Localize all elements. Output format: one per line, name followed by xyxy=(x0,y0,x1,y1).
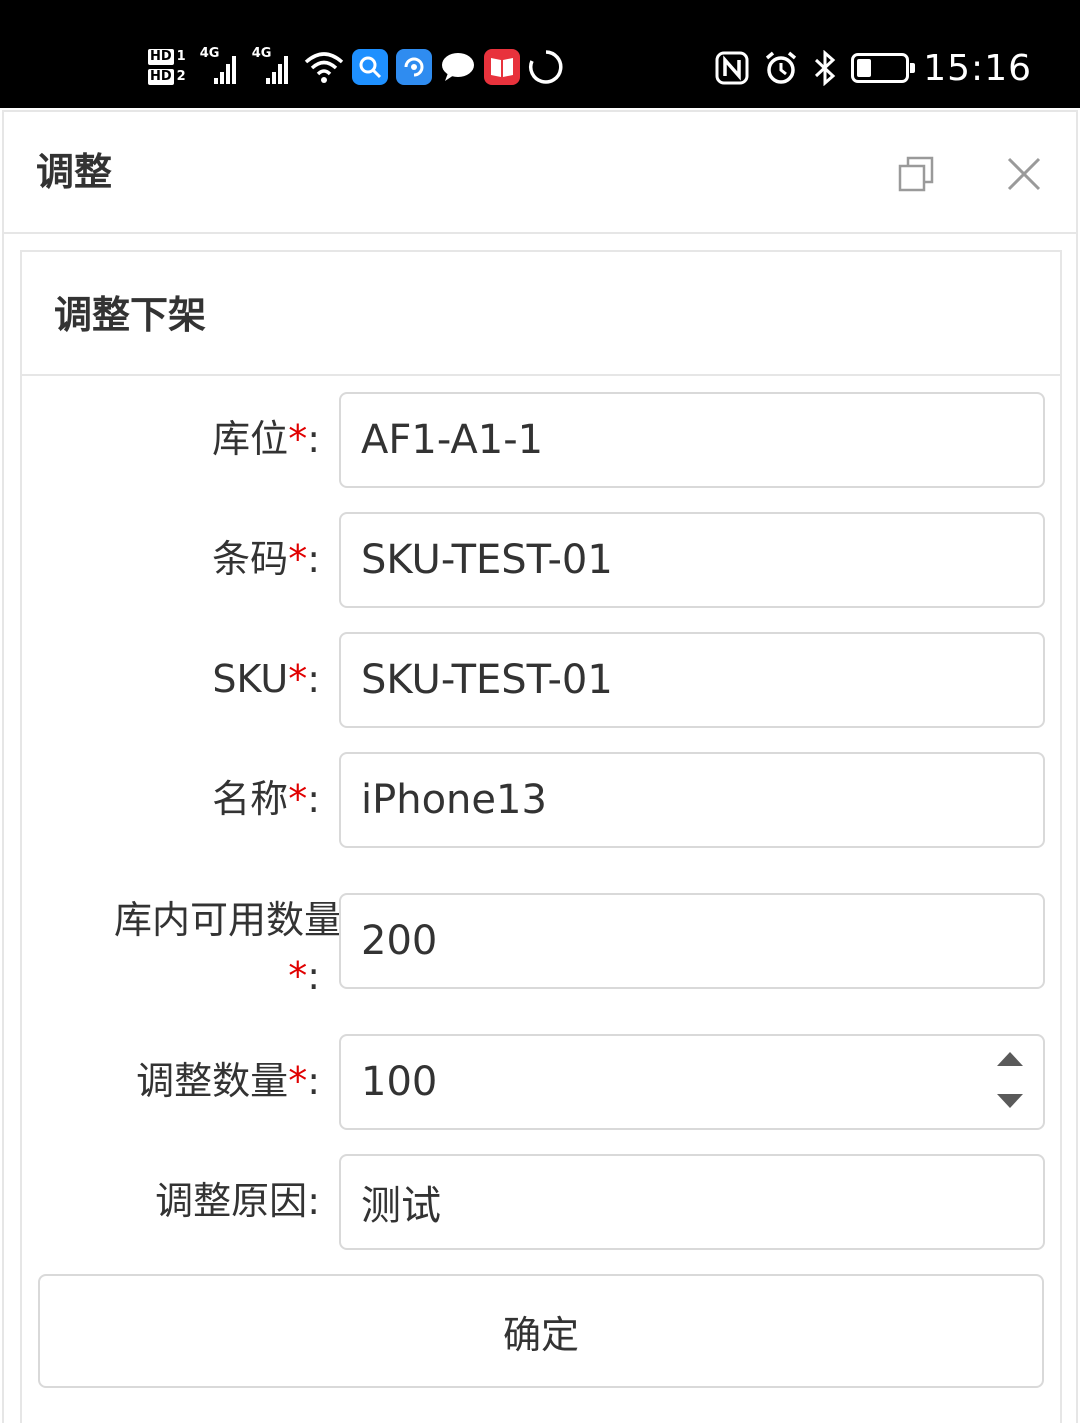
panel-title: 调整下架 xyxy=(54,293,207,337)
close-button[interactable] xyxy=(1000,150,1048,198)
required-mark: * xyxy=(288,657,308,701)
required-mark: * xyxy=(288,954,308,998)
label-colon: : xyxy=(307,657,320,701)
location-input[interactable] xyxy=(339,392,1045,488)
battery-icon xyxy=(851,53,916,83)
book-app-icon xyxy=(483,49,520,85)
reason-label: 调整原因: xyxy=(155,1176,320,1226)
increment-icon[interactable] xyxy=(997,1052,1023,1066)
adjust-panel: 调整下架 库位*: 条码*: SKU*: 名称*: xyxy=(20,250,1062,1423)
loading-icon xyxy=(528,50,563,84)
panel-header: 调整下架 xyxy=(22,252,1060,376)
name-label: 名称*: xyxy=(212,774,320,824)
label-colon: : xyxy=(307,777,320,821)
hd-badge: HD xyxy=(148,49,174,65)
status-right: 15:16 xyxy=(715,40,1032,96)
network-type: 4G xyxy=(199,46,220,61)
required-mark: * xyxy=(288,537,308,581)
required-mark: * xyxy=(288,417,308,461)
status-bar: HD 1 HD 2 4G 4G 15:16 xyxy=(0,0,1080,108)
label-colon: : xyxy=(307,537,320,581)
available-qty-input[interactable] xyxy=(339,893,1045,989)
location-label: 库位*: xyxy=(212,414,320,464)
bluetooth-icon xyxy=(815,50,836,86)
label-text: SKU xyxy=(212,657,289,701)
barcode-input[interactable] xyxy=(339,512,1045,608)
reason-input[interactable] xyxy=(339,1154,1045,1250)
name-input[interactable] xyxy=(339,752,1045,848)
label-colon: : xyxy=(307,417,320,461)
clock: 15:16 xyxy=(923,47,1032,89)
message-app-icon xyxy=(441,53,474,81)
assistant-app-icon xyxy=(395,49,432,85)
label-text: 库内可用数量 xyxy=(113,898,342,942)
sim-number: 1 xyxy=(176,49,186,64)
available-qty-label: 库内可用数量 xyxy=(114,895,342,945)
label-colon: : xyxy=(307,954,320,998)
barcode-label: 条码*: xyxy=(212,534,320,584)
confirm-button[interactable]: 确定 xyxy=(38,1274,1044,1388)
alarm-icon xyxy=(766,51,797,84)
decrement-icon[interactable] xyxy=(997,1094,1023,1108)
label-colon: : xyxy=(307,1179,320,1223)
wifi-icon xyxy=(304,52,343,83)
adjust-qty-input[interactable] xyxy=(339,1034,1045,1130)
sim-indicators: HD 1 HD 2 xyxy=(148,49,186,85)
adjust-qty-label: 调整数量*: xyxy=(136,1056,320,1106)
label-text: 库位 xyxy=(212,417,289,461)
dialog-header: 调整 xyxy=(4,112,1076,234)
label-text: 条码 xyxy=(212,537,289,581)
sku-input[interactable] xyxy=(339,632,1045,728)
restore-icon xyxy=(898,156,934,192)
signal-icon: 4G xyxy=(200,46,240,84)
adjust-dialog: 调整 调整下架 库位*: 条码*: xyxy=(2,110,1078,1423)
required-mark: * xyxy=(288,777,308,821)
search-app-icon xyxy=(351,49,388,85)
quantity-stepper[interactable] xyxy=(994,1052,1026,1108)
label-colon: : xyxy=(307,1059,320,1103)
signal-icon: 4G xyxy=(252,46,292,84)
network-type: 4G xyxy=(251,46,272,61)
status-left: HD 1 HD 2 4G 4G xyxy=(148,36,564,98)
nfc-icon xyxy=(715,51,749,85)
label-text: 名称 xyxy=(212,777,289,821)
label-text: 调整原因 xyxy=(155,1179,308,1223)
maximize-button[interactable] xyxy=(892,150,940,198)
sku-label: SKU*: xyxy=(212,654,320,704)
sim-number: 2 xyxy=(176,69,186,84)
label-text: 调整数量 xyxy=(136,1059,289,1103)
hd-badge: HD xyxy=(148,69,174,85)
required-mark: * xyxy=(288,1059,308,1103)
dialog-title: 调整 xyxy=(36,150,113,194)
close-icon xyxy=(1007,157,1041,191)
available-qty-required: *: xyxy=(288,951,320,1001)
